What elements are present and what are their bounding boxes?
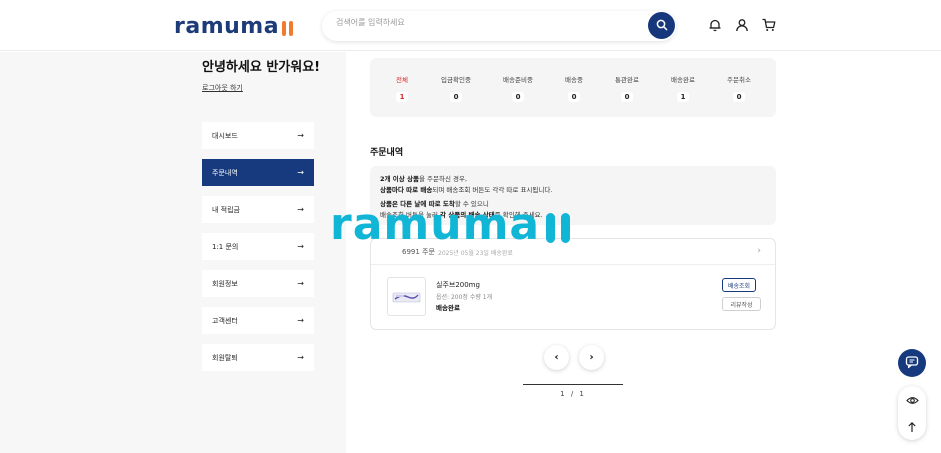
status-payment-check[interactable]: 입금확인중 0	[426, 74, 486, 103]
notice-bold: 상품은 다른 날에 따로 도착	[380, 200, 455, 208]
sidebar-item-label: 고객센터	[212, 316, 238, 325]
sidebar-item-label: 회원탈퇴	[212, 353, 238, 362]
pagination-progress-line	[523, 384, 623, 385]
status-label: 입금확인중	[441, 76, 471, 84]
status-label: 전체	[396, 76, 408, 84]
notice-paragraph: 상품은 다른 날에 따로 도착할 수 있으니 배송조회 버튼을 눌러 각 상품의…	[380, 199, 766, 221]
total-pages: 1	[579, 390, 586, 398]
order-card: 6991 주문 2025년 05월 23일 배송완료 › 실주브200mg 옵션…	[370, 238, 776, 330]
arrow-right-icon: →	[297, 131, 304, 140]
scroll-to-top-button[interactable]	[905, 420, 919, 434]
notice-text: 를 확인해 주세요.	[494, 211, 543, 219]
notice-bold: 각 상품의 배송 상태	[440, 211, 495, 219]
search-button[interactable]	[648, 12, 675, 39]
page-indicator: 1 / 1	[523, 390, 623, 398]
status-delivered[interactable]: 배송완료 1	[653, 74, 713, 103]
notice-text: 배송조회 버튼을 눌러	[380, 211, 441, 219]
logo-text: ramuma	[174, 14, 280, 39]
order-status-summary: 전체 1 입금확인중 0 배송준비중 0 배송중 0 통관완료 0 배송완료 1…	[370, 58, 776, 117]
notice-text: 되며 배송조회 버튼도 각각 따로 표시됩니다.	[432, 186, 553, 194]
logo-bars	[282, 21, 294, 36]
chevron-left-icon: ‹	[554, 352, 559, 363]
product-option: 옵션: 200정 수량 1개	[436, 294, 493, 301]
arrow-up-icon	[906, 418, 918, 437]
notice-bold: 상품마다 따로 배송	[380, 186, 433, 194]
status-count: 0	[511, 92, 525, 102]
order-date: 2025년 05월 23일 배송완료	[438, 250, 513, 257]
status-count: 0	[620, 92, 634, 102]
header: ramuma	[0, 0, 941, 51]
sidebar-item-label: 회원정보	[212, 279, 238, 288]
status-count: 0	[732, 92, 746, 102]
search-bar	[322, 11, 676, 41]
status-count: 1	[395, 92, 409, 102]
sidebar-item-label: 대시보드	[212, 131, 238, 140]
page-separator: /	[570, 390, 576, 398]
status-label: 주문취소	[727, 76, 751, 84]
notice-paragraph: 2개 이상 상품을 주문하신 경우, 상품마다 따로 배송되며 배송조회 버튼도…	[380, 174, 766, 196]
sidebar-item-label: 1:1 문의	[212, 242, 239, 251]
sidebar-item-label: 주문내역	[212, 168, 238, 177]
cart-icon[interactable]	[761, 17, 777, 33]
track-shipment-button[interactable]: 배송조회	[722, 278, 756, 292]
status-cancelled[interactable]: 주문취소 0	[709, 74, 769, 103]
status-label: 통관완료	[615, 76, 639, 84]
next-page-button[interactable]: ›	[579, 345, 604, 370]
order-header[interactable]: 6991 주문 2025년 05월 23일 배송완료 ›	[371, 239, 775, 265]
chat-button[interactable]	[898, 349, 926, 377]
notice-bold: 2개 이상 상품	[380, 175, 419, 183]
shipping-notice: 2개 이상 상품을 주문하신 경우, 상품마다 따로 배송되며 배송조회 버튼도…	[370, 166, 776, 225]
sidebar-item-inquiry[interactable]: 1:1 문의 →	[202, 233, 314, 260]
write-review-button[interactable]: 리뷰작성	[722, 297, 761, 311]
notice-text: 할 수 있으니	[454, 200, 489, 208]
product-thumbnail[interactable]	[387, 277, 426, 316]
sidebar-item-withdraw[interactable]: 회원탈퇴 →	[202, 344, 314, 371]
arrow-right-icon: →	[297, 316, 304, 325]
logout-link[interactable]: 로그아웃 하기	[202, 83, 243, 93]
status-customs-cleared[interactable]: 통관완료 0	[597, 74, 657, 103]
arrow-right-icon: →	[297, 205, 304, 214]
search-input[interactable]	[336, 18, 636, 27]
status-count: 0	[449, 92, 463, 102]
recently-viewed-button[interactable]	[905, 394, 919, 408]
sidebar-item-dashboard[interactable]: 대시보드 →	[202, 122, 314, 149]
status-shipping[interactable]: 배송중 0	[544, 74, 604, 103]
site-logo[interactable]: ramuma	[174, 14, 294, 39]
prev-page-button[interactable]: ‹	[544, 345, 569, 370]
chat-icon	[905, 354, 919, 373]
chevron-right-icon[interactable]: ›	[757, 246, 761, 256]
status-count: 1	[676, 92, 690, 102]
chevron-right-icon: ›	[589, 352, 594, 363]
arrow-right-icon: →	[297, 168, 304, 177]
status-label: 배송준비중	[503, 76, 533, 84]
status-preparing[interactable]: 배송준비중 0	[488, 74, 548, 103]
arrow-right-icon: →	[297, 279, 304, 288]
current-page: 1	[560, 390, 567, 398]
sidebar-item-label: 내 적립금	[212, 205, 240, 214]
product-name[interactable]: 실주브200mg	[436, 280, 480, 290]
status-count: 0	[567, 92, 581, 102]
status-all[interactable]: 전체 1	[372, 74, 432, 103]
notice-text: 을 주문하신 경우,	[418, 175, 468, 183]
order-number: 6991 주문	[402, 248, 435, 256]
greeting-heading: 안녕하세요 반가워요!	[202, 60, 321, 75]
floating-quick-panel	[898, 386, 926, 440]
sidebar-item-member-info[interactable]: 회원정보 →	[202, 270, 314, 297]
sidebar-item-orders[interactable]: 주문내역 →	[202, 159, 314, 186]
user-icon[interactable]	[734, 17, 750, 33]
search-icon	[656, 16, 668, 35]
status-label: 배송중	[565, 76, 583, 84]
sidebar-item-customer-center[interactable]: 고객센터 →	[202, 307, 314, 334]
bell-icon[interactable]	[707, 17, 723, 33]
status-label: 배송완료	[671, 76, 695, 84]
arrow-right-icon: →	[297, 353, 304, 362]
eye-icon	[905, 392, 919, 411]
orders-section-title: 주문내역	[370, 148, 404, 158]
product-status: 배송완료	[436, 304, 460, 312]
sidebar-item-points[interactable]: 내 적립금 →	[202, 196, 314, 223]
arrow-right-icon: →	[297, 242, 304, 251]
